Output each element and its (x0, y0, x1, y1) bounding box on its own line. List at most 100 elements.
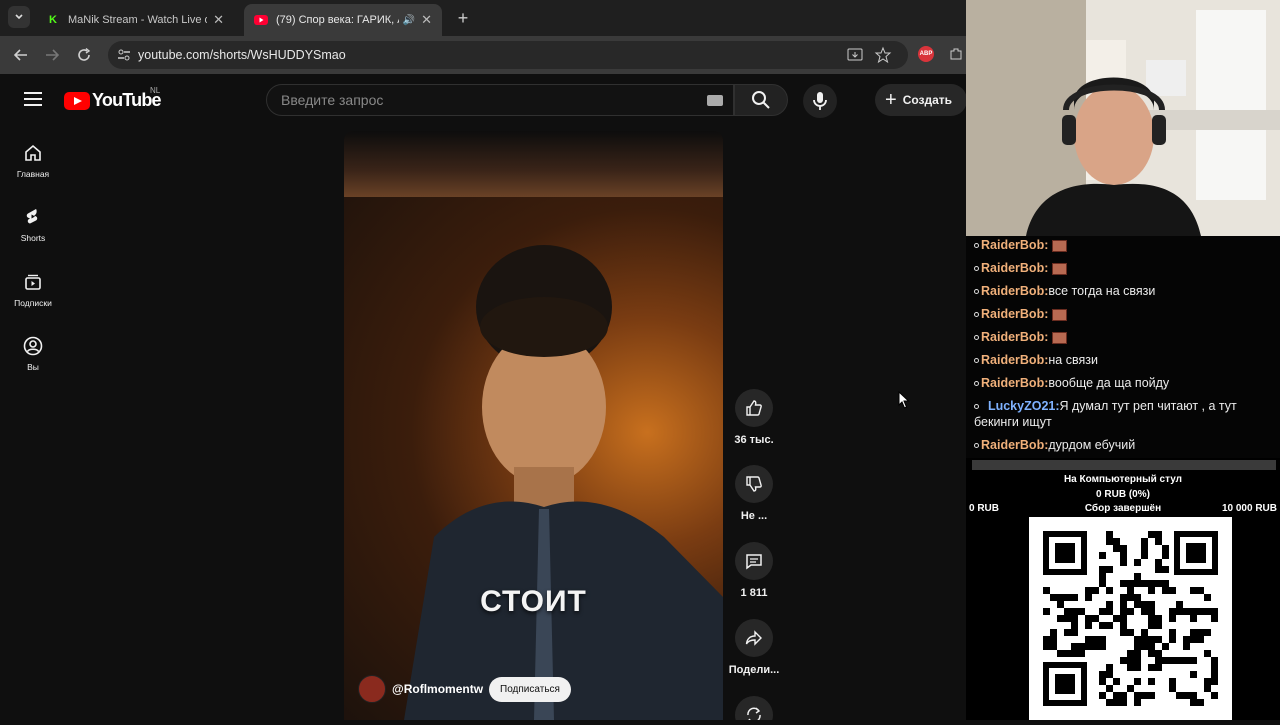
remix-button[interactable] (727, 696, 781, 720)
chat-username: RaiderBob: (981, 353, 1049, 367)
star-icon[interactable] (874, 46, 892, 64)
menu-icon[interactable] (24, 92, 42, 106)
donation-goal-title: На Компьютерный стул (1063, 474, 1183, 485)
donation-goal-widget: На Компьютерный стул 0 RUB (0%) 0 RUB Сб… (966, 458, 1280, 720)
search-button[interactable] (734, 84, 788, 116)
close-icon[interactable]: ✕ (421, 12, 432, 28)
keyboard-icon[interactable] (707, 95, 723, 106)
chat-message: RaiderBob:на связи (974, 352, 1276, 368)
comments-button[interactable]: 1 811 (727, 542, 781, 599)
arrow-right-icon (46, 49, 59, 61)
kick-icon: K (49, 14, 57, 26)
forward-button[interactable] (41, 44, 63, 66)
like-button[interactable]: 36 тыс. (727, 389, 781, 446)
chat-text: на связи (1048, 353, 1098, 367)
create-button[interactable]: + Создать (875, 84, 966, 116)
bullet-icon (974, 381, 979, 387)
youtube-icon (254, 13, 268, 27)
donation-current-amount: 0 RUB (0%) (1096, 489, 1150, 500)
donation-max-label: 10 000 RUB (1221, 503, 1277, 514)
share-label: Подели... (728, 664, 780, 676)
emote-icon (1052, 308, 1068, 321)
tab-youtube[interactable]: (79) Спор века: ГАРИК, АЗ 🔊 ✕ (244, 4, 442, 36)
guide-label: Shorts (20, 233, 46, 243)
chat-message: RaiderBob:дурдом ебучий (974, 437, 1276, 453)
install-app-icon[interactable] (846, 46, 864, 64)
donation-qr-code[interactable] (1029, 517, 1232, 720)
guide-item-home[interactable]: Главная (0, 143, 66, 179)
plus-icon: + (885, 89, 897, 111)
bullet-icon (974, 312, 979, 318)
guide-item-you[interactable]: Вы (0, 336, 66, 372)
share-button[interactable]: Подели... (727, 619, 781, 676)
comment-count: 1 811 (740, 587, 768, 599)
browser-toolbar: youtube.com/shorts/WsHUDDYSmao (0, 36, 966, 74)
new-tab-button[interactable]: + (452, 7, 474, 29)
bullet-icon (974, 243, 979, 249)
guide-item-subscriptions[interactable]: Подписки (0, 272, 66, 308)
youtube-header: YouTube NL Введите запрос + Создать (0, 74, 966, 126)
chat-message: RaiderBob: (974, 237, 1276, 253)
subscriptions-icon (25, 274, 41, 290)
thumbs-up-icon (746, 400, 762, 416)
speaker-icon[interactable]: 🔊 (403, 15, 415, 26)
chat-username: RaiderBob: (981, 261, 1049, 275)
channel-avatar[interactable] (358, 675, 386, 703)
chat-text: вообще да ща пойду (1048, 376, 1170, 390)
youtube-logo[interactable]: YouTube NL (64, 86, 162, 111)
chat-message: LuckyZO21:Я думал тут реп читают , а тут… (974, 398, 1276, 430)
chat-text: все тогда на связи (1048, 284, 1156, 298)
chat-username: RaiderBob: (981, 438, 1049, 452)
qr-code-image (1043, 531, 1218, 706)
adblock-extension-icon[interactable]: ABP (918, 46, 934, 62)
close-icon[interactable]: ✕ (213, 12, 224, 28)
chat-text: дурдом ебучий (1048, 438, 1136, 452)
chat-username: RaiderBob: (981, 330, 1049, 344)
browser-window: K MaNik Stream - Watch Live on ✕ (79) Сп… (0, 0, 966, 720)
dislike-button[interactable]: Не ... (727, 465, 781, 522)
short-video-player[interactable]: СТОИТ @Roflmomentw Подписаться (344, 131, 723, 720)
search-placeholder: Введите запрос (281, 92, 384, 108)
site-info-icon[interactable] (116, 47, 132, 63)
tab-strip: K MaNik Stream - Watch Live on ✕ (79) Сп… (0, 0, 966, 36)
video-caption: СТОИТ (480, 585, 587, 618)
extensions-icon[interactable] (948, 46, 964, 62)
reload-button[interactable] (73, 44, 95, 66)
chat-message: RaiderBob: (974, 260, 1276, 276)
subscribe-button[interactable]: Подписаться (489, 676, 571, 702)
address-bar[interactable]: youtube.com/shorts/WsHUDDYSmao (108, 41, 908, 69)
emote-icon (1052, 331, 1068, 344)
chat-username: RaiderBob: (981, 284, 1049, 298)
back-button[interactable] (10, 44, 32, 66)
tab-search-button[interactable] (8, 6, 30, 28)
home-icon (25, 144, 41, 161)
webcam-feed (966, 0, 1280, 236)
chat-username: RaiderBob: (981, 307, 1049, 321)
chat-message: RaiderBob: (974, 306, 1276, 322)
channel-name[interactable]: @Roflmomentw (392, 682, 483, 696)
thumbs-down-icon (746, 476, 762, 492)
create-label: Создать (902, 93, 953, 107)
bullet-icon (974, 443, 979, 449)
webcam-scene (966, 0, 1280, 236)
tab-title: MaNik Stream - Watch Live on (68, 14, 208, 26)
search-input[interactable]: Введите запрос (266, 84, 734, 116)
voice-search-button[interactable] (803, 84, 837, 118)
reload-icon (78, 48, 91, 61)
video-top-band (344, 131, 723, 197)
you-icon (23, 336, 43, 356)
remix-icon (747, 707, 761, 720)
emote-icon (1052, 239, 1068, 252)
region-code: NL (150, 86, 161, 95)
chat-message: RaiderBob:все тогда на связи (974, 283, 1276, 299)
mouse-cursor-icon (898, 391, 910, 409)
video-person-silhouette (404, 245, 723, 720)
share-icon (745, 630, 762, 646)
chat-username: RaiderBob: (981, 238, 1049, 252)
donation-progress-bar (972, 460, 1276, 470)
guide-item-shorts[interactable]: Shorts (0, 207, 66, 243)
like-count: 36 тыс. (734, 434, 774, 446)
tab-manik-stream[interactable]: K MaNik Stream - Watch Live on ✕ (36, 4, 234, 36)
bullet-icon (974, 289, 979, 295)
emote-icon (1052, 262, 1068, 275)
